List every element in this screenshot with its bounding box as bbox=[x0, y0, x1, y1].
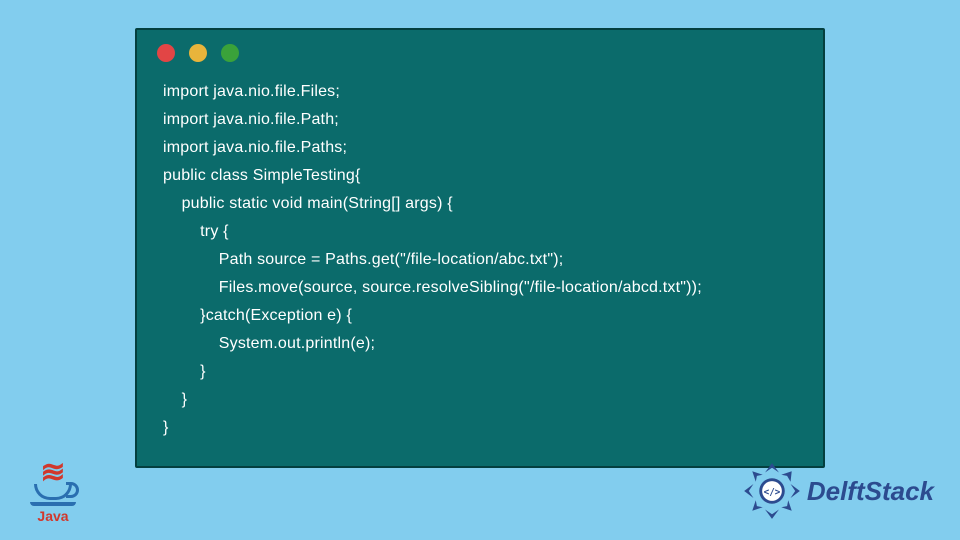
java-logo: ≋ Java bbox=[26, 459, 80, 524]
maximize-icon[interactable] bbox=[221, 44, 239, 62]
delftstack-label: DelftStack bbox=[807, 476, 934, 507]
java-label: Java bbox=[26, 508, 80, 524]
delftstack-logo: </> DelftStack bbox=[743, 462, 934, 520]
delftstack-icon: </> bbox=[743, 462, 801, 520]
code-window: import java.nio.file.Files; import java.… bbox=[135, 28, 825, 468]
minimize-icon[interactable] bbox=[189, 44, 207, 62]
saucer-icon bbox=[30, 502, 76, 506]
code-body: import java.nio.file.Files; import java.… bbox=[137, 68, 823, 466]
window-titlebar bbox=[137, 30, 823, 68]
close-icon[interactable] bbox=[157, 44, 175, 62]
svg-text:</>: </> bbox=[763, 487, 780, 498]
cup-icon bbox=[34, 484, 72, 500]
code-content: import java.nio.file.Files; import java.… bbox=[163, 78, 797, 442]
